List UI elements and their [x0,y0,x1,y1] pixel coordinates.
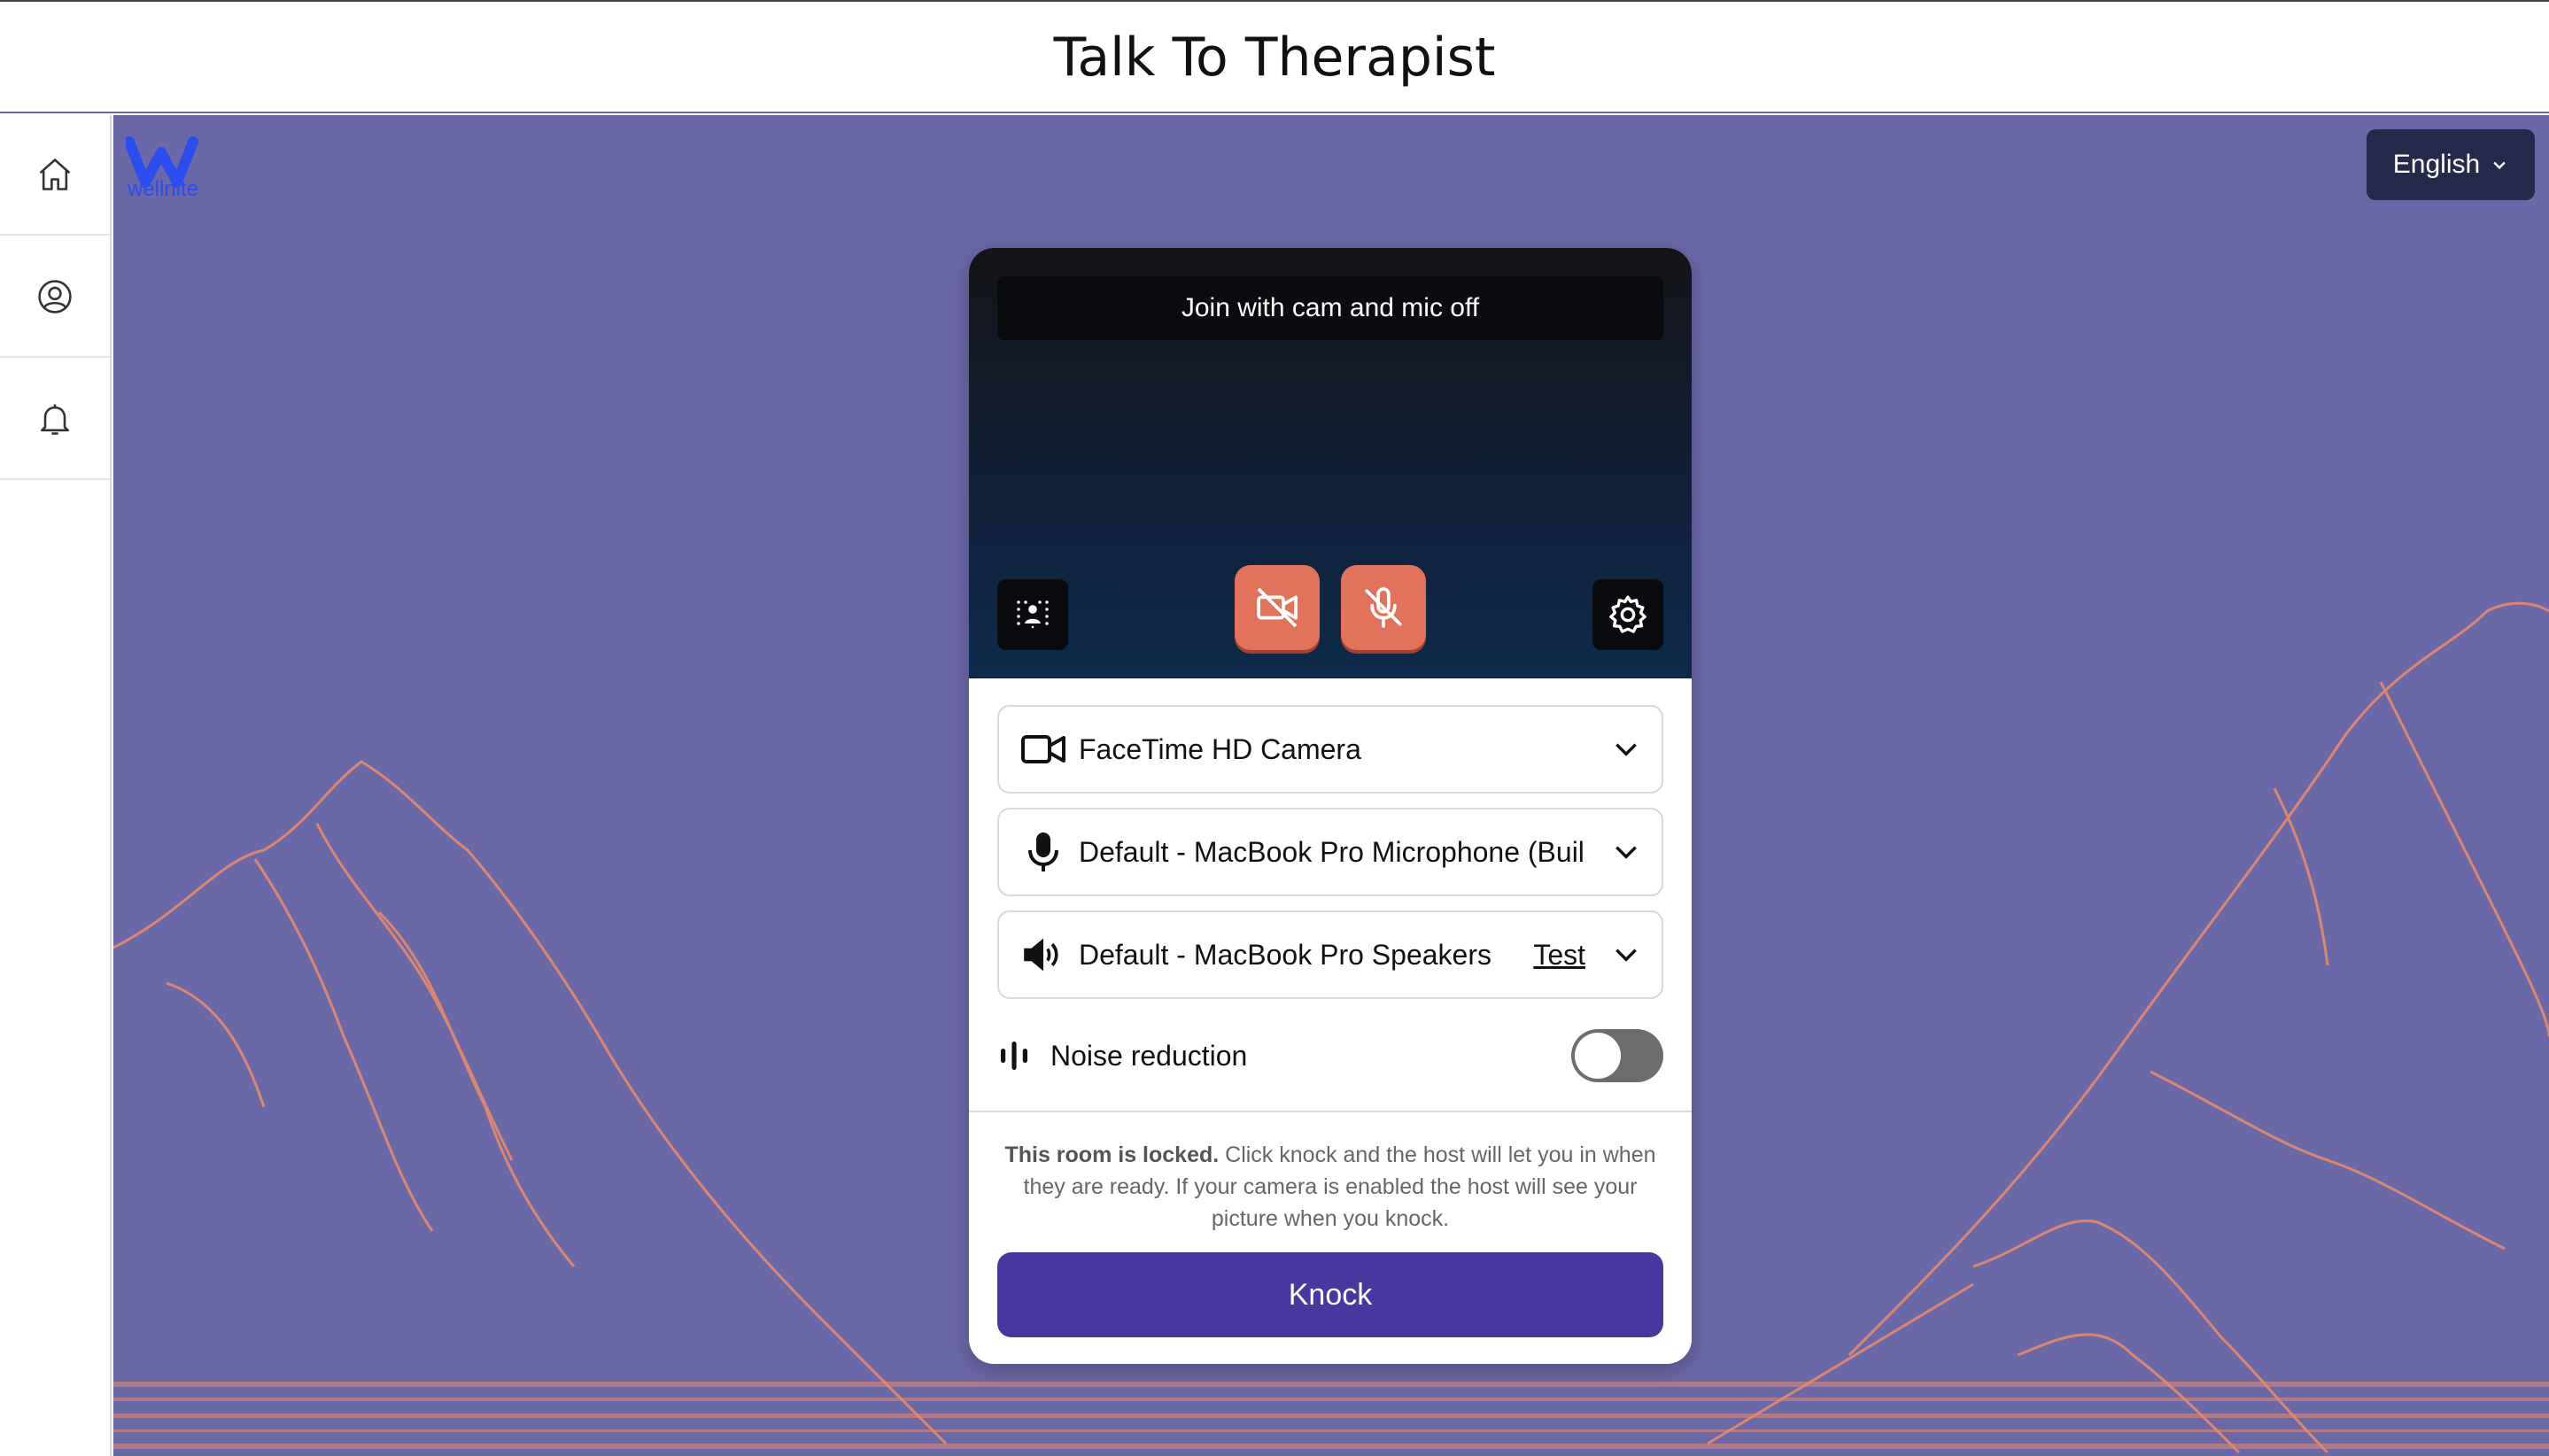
toggle-knob [1575,1033,1621,1079]
background-blur-icon [1017,600,1049,629]
microphone-select[interactable]: Default - MacBook Pro Microphone (Buil [997,808,1663,896]
sidebar [0,115,112,1456]
microphone-toggle-button[interactable] [1341,565,1426,650]
camera-off-icon [1257,587,1298,628]
chevron-down-icon [1615,846,1637,859]
chevron-down-icon [1615,949,1637,962]
language-label: English [2392,150,2481,179]
noise-reduction-row: Noise reduction [997,1027,1663,1084]
room-locked-bold: This room is locked. [1004,1142,1220,1167]
logo-text: wellnite [128,177,199,201]
sidebar-item-notifications[interactable] [0,360,110,480]
bell-icon [41,404,69,435]
sidebar-item-profile[interactable] [0,237,110,358]
gear-icon [1609,595,1646,633]
test-speaker-link[interactable]: Test [1533,939,1585,972]
noise-reduction-label: Noise reduction [1050,1039,1248,1072]
noise-reduction-toggle[interactable] [1571,1029,1663,1082]
camera-select-value: FaceTime HD Camera [1079,732,1361,765]
video-camera-icon [1021,735,1065,763]
settings-button[interactable] [1592,579,1663,650]
noise-reduction-icon [1001,1042,1027,1070]
background-effects-button[interactable] [997,579,1068,650]
speaker-select-value: Default - MacBook Pro Speakers [1079,938,1491,971]
microphone-icon [1028,833,1058,871]
language-selector[interactable]: English [2367,129,2535,200]
speaker-icon [1024,938,1058,972]
user-circle-icon [38,280,72,314]
join-with-cam-mic-off-button[interactable]: Join with cam and mic off [997,276,1663,340]
video-preview: Join with cam and mic off [969,248,1692,678]
home-icon [39,159,71,190]
microphone-select-value: Default - MacBook Pro Microphone (Buil [1079,835,1584,868]
divider [969,1111,1692,1112]
chevron-down-icon [1615,743,1637,756]
page-title: Talk To Therapist [1053,27,1496,89]
top-bar: Talk To Therapist [0,0,2549,113]
camera-toggle-button[interactable] [1235,565,1320,650]
chevron-down-icon [2493,161,2506,170]
main-stage: wellnite English Join with cam and mic o… [113,115,2549,1456]
prejoin-card: Join with cam and mic off FaceTime HD Ca… [969,248,1692,1364]
microphone-off-icon [1365,587,1402,628]
camera-select[interactable]: FaceTime HD Camera [997,705,1663,794]
speaker-select[interactable]: Default - MacBook Pro Speakers Test [997,910,1663,999]
room-locked-notice: This room is locked. Click knock and the… [997,1139,1663,1235]
knock-button[interactable]: Knock [997,1252,1663,1337]
sidebar-item-home[interactable] [0,115,110,236]
